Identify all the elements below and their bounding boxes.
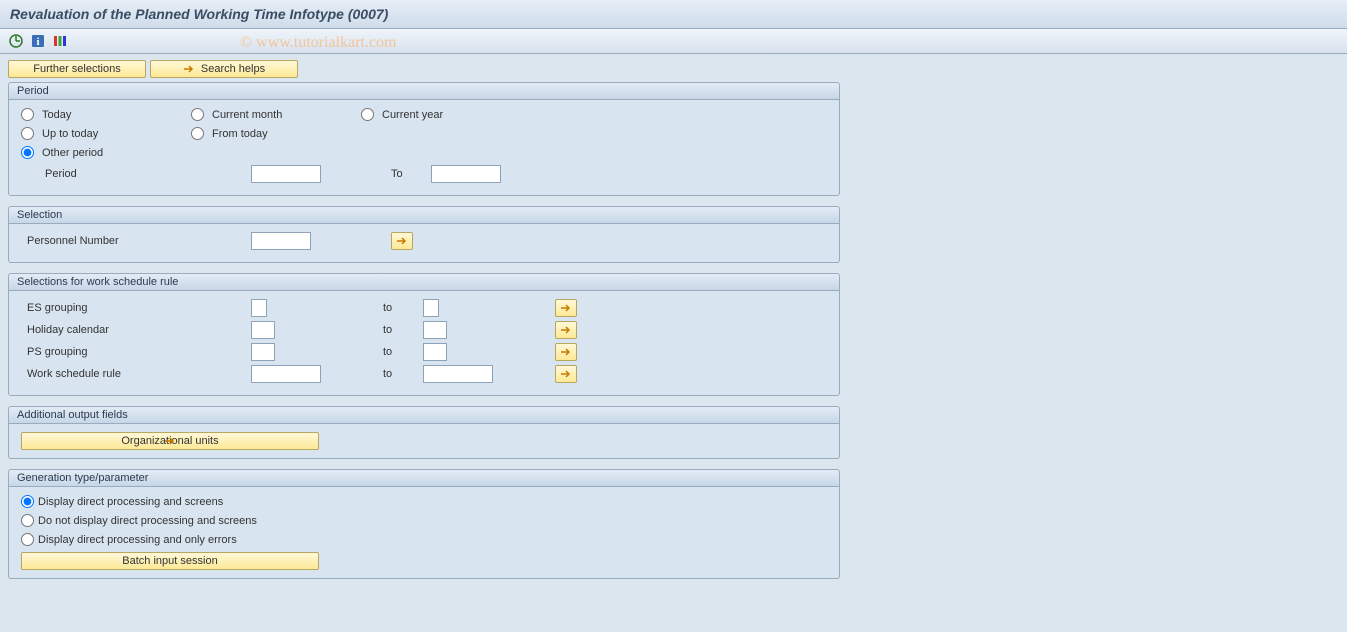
group-header: Period <box>9 83 839 100</box>
radio-display-errors[interactable] <box>21 533 34 546</box>
label-today: Today <box>42 109 71 121</box>
execute-icon[interactable] <box>8 33 24 49</box>
ps-from-input[interactable] <box>251 343 275 361</box>
further-selections-button[interactable]: Further selections <box>8 60 146 78</box>
label-current-year: Current year <box>382 109 443 121</box>
button-label: Search helps <box>201 63 265 75</box>
label-work-schedule-rule: Work schedule rule <box>21 368 251 380</box>
label-to: to <box>383 368 423 380</box>
multiple-selection-button[interactable] <box>555 343 577 361</box>
label-period: Period <box>21 168 251 180</box>
radio-from-today[interactable] <box>191 127 204 140</box>
arrow-right-icon <box>560 369 572 379</box>
wsr-from-input[interactable] <box>251 365 321 383</box>
label-to: to <box>383 324 423 336</box>
label-up-to-today: Up to today <box>42 128 98 140</box>
label-holiday-calendar: Holiday calendar <box>21 324 251 336</box>
radio-up-to-today[interactable] <box>21 127 34 140</box>
multiple-selection-button[interactable] <box>555 299 577 317</box>
button-label: Batch input session <box>122 555 217 567</box>
wsr-to-input[interactable] <box>423 365 493 383</box>
additional-output-group: Additional output fields Organizational … <box>8 406 840 459</box>
label-other-period: Other period <box>42 147 103 159</box>
top-buttons: Further selections Search helps <box>8 60 1339 78</box>
ps-to-input[interactable] <box>423 343 447 361</box>
label-es-grouping: ES grouping <box>21 302 251 314</box>
label-display-direct: Display direct processing and screens <box>38 496 223 508</box>
label-personnel-number: Personnel Number <box>21 235 251 247</box>
arrow-right-icon <box>560 347 572 357</box>
label-from-today: From today <box>212 128 268 140</box>
generation-group: Generation type/parameter Display direct… <box>8 469 840 579</box>
label-current-month: Current month <box>212 109 282 121</box>
button-label: Further selections <box>33 63 120 75</box>
hc-from-input[interactable] <box>251 321 275 339</box>
arrow-right-icon <box>396 236 408 246</box>
page-title: Revaluation of the Planned Working Time … <box>10 6 1337 22</box>
group-header: Selection <box>9 207 839 224</box>
personnel-number-input[interactable] <box>251 232 311 250</box>
period-to-input[interactable] <box>431 165 501 183</box>
group-header: Selections for work schedule rule <box>9 274 839 291</box>
group-header: Generation type/parameter <box>9 470 839 487</box>
group-header: Additional output fields <box>9 407 839 424</box>
main-content: Further selections Search helps Period T… <box>0 54 1347 626</box>
label-ps-grouping: PS grouping <box>21 346 251 358</box>
multiple-selection-button[interactable] <box>555 321 577 339</box>
radio-other-period[interactable] <box>21 146 34 159</box>
es-from-input[interactable] <box>251 299 267 317</box>
es-to-input[interactable] <box>423 299 439 317</box>
svg-text:i: i <box>36 36 39 48</box>
arrow-right-icon <box>560 303 572 313</box>
selection-group: Selection Personnel Number <box>8 206 840 263</box>
ws-rule-group: Selections for work schedule rule ES gro… <box>8 273 840 396</box>
multiple-selection-button[interactable] <box>555 365 577 383</box>
label-to: To <box>391 168 431 180</box>
info-icon[interactable]: i <box>30 33 46 49</box>
organizational-units-button[interactable]: Organizational units <box>21 432 319 450</box>
radio-today[interactable] <box>21 108 34 121</box>
period-group: Period Today Current month Current year … <box>8 82 840 196</box>
arrow-right-icon <box>164 436 176 446</box>
radio-no-display-direct[interactable] <box>21 514 34 527</box>
arrow-right-icon <box>560 325 572 335</box>
hc-to-input[interactable] <box>423 321 447 339</box>
toolbar: i <box>0 29 1347 54</box>
palette-icon[interactable] <box>52 33 68 49</box>
search-helps-button[interactable]: Search helps <box>150 60 298 78</box>
radio-display-direct[interactable] <box>21 495 34 508</box>
label-no-display-direct: Do not display direct processing and scr… <box>38 515 257 527</box>
radio-current-year[interactable] <box>361 108 374 121</box>
label-to: to <box>383 302 423 314</box>
batch-input-session-button[interactable]: Batch input session <box>21 552 319 570</box>
multiple-selection-button[interactable] <box>391 232 413 250</box>
label-display-errors: Display direct processing and only error… <box>38 534 237 546</box>
label-to: to <box>383 346 423 358</box>
radio-current-month[interactable] <box>191 108 204 121</box>
arrow-right-icon <box>183 64 195 74</box>
period-from-input[interactable] <box>251 165 321 183</box>
title-bar: Revaluation of the Planned Working Time … <box>0 0 1347 29</box>
